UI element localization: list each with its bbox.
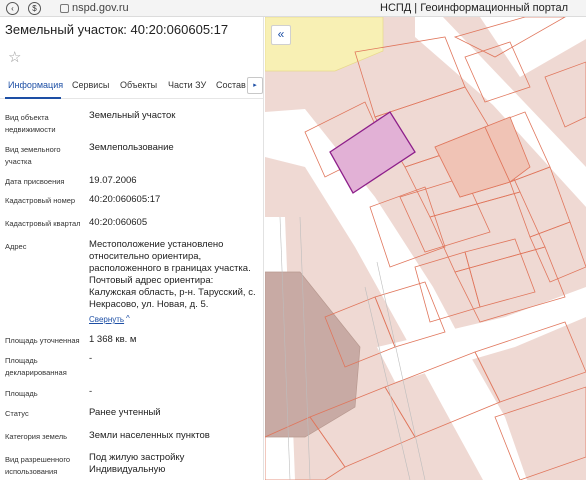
field-value: Землепользование (89, 142, 174, 153)
field-value: - (89, 386, 93, 397)
browser-toolbar: ‹ $ nspd.gov.ru НСПД | Геоинформационный… (0, 0, 586, 17)
field-value: Под жилую застройку Индивидуальную (89, 452, 185, 475)
active-tab-indicator (5, 97, 61, 99)
building (265, 271, 361, 438)
tab-info[interactable]: Информация (8, 80, 63, 90)
cadastral-map[interactable]: « (265, 17, 586, 480)
field-value: Земельный участок (89, 110, 176, 121)
nav-circle-icon[interactable]: ‹ (6, 2, 19, 15)
tab-bar: Информация Сервисы Объекты Части ЗУ Сост… (0, 74, 263, 99)
field-label: Площадь (5, 389, 38, 398)
currency-icon[interactable]: $ (28, 2, 41, 15)
field-label: Адрес (5, 242, 27, 251)
page-icon (60, 4, 69, 13)
field-label: Вид объекта недвижимости (5, 113, 56, 134)
collapse-link[interactable]: Свернуть (89, 315, 124, 324)
address-bar[interactable]: nspd.gov.ru (72, 2, 129, 14)
field-value: - (89, 353, 93, 364)
page-title: Земельный участок: 40:20:060605:17 (5, 22, 229, 37)
field-value: 40:20:060605 (89, 217, 148, 228)
chevron-up-icon[interactable]: ^ (126, 314, 130, 323)
field-value: 1 368 кв. м (89, 334, 137, 345)
browser-page-title: НСПД | Геоинформационный портал (380, 2, 569, 14)
tab-parts[interactable]: Части ЗУ (168, 80, 206, 90)
field-label: Категория земель (5, 432, 68, 441)
field-value: Земли населенных пунктов (89, 430, 210, 441)
tab-services[interactable]: Сервисы (72, 80, 109, 90)
field-label: Вид разрешенного использования (5, 455, 71, 476)
favorite-star-icon[interactable]: ☆ (8, 48, 21, 66)
field-label: Кадастровый квартал (5, 219, 81, 228)
field-label: Дата присвоения (5, 177, 65, 186)
field-value: Ранее учтенный (89, 407, 161, 418)
collapse-panel-icon[interactable]: « (271, 25, 291, 45)
field-value: 40:20:060605:17 (89, 194, 161, 205)
tab-composition[interactable]: Состав (216, 80, 246, 90)
field-label: Статус (5, 409, 29, 418)
field-label: Кадастровый номер (5, 196, 76, 205)
field-label: Площадь декларированная (5, 356, 67, 377)
field-label: Вид земельного участка (5, 145, 61, 166)
field-label: Площадь уточненная (5, 336, 80, 345)
field-value: 19.07.2006 (89, 175, 137, 186)
info-panel: Земельный участок: 40:20:060605:17 ☆ Инф… (0, 17, 264, 480)
tabs-scroll-right-icon[interactable]: ▸ (247, 77, 263, 94)
map-canvas[interactable] (265, 17, 586, 480)
tab-objects[interactable]: Объекты (120, 80, 157, 90)
field-value: Местоположение установлено относительно … (89, 239, 256, 310)
